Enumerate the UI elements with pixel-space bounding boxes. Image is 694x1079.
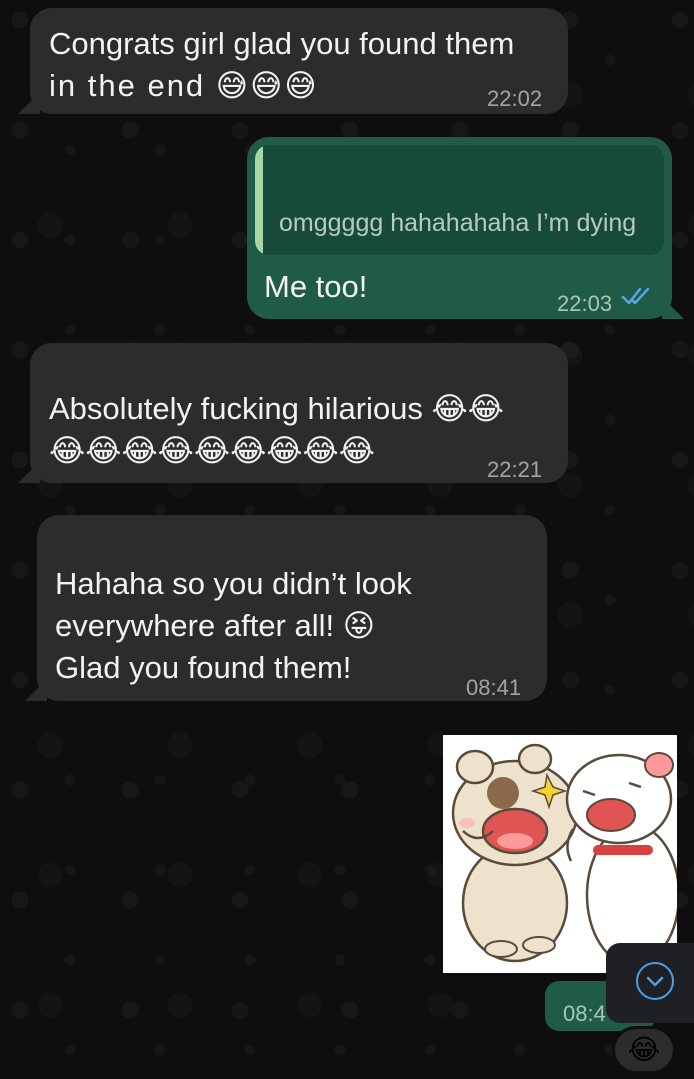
message-text-line: Hahaha so you didn’t look [55, 566, 412, 601]
chevron-down-circle-icon [636, 962, 674, 1000]
message-bubble-incoming[interactable]: Congrats girl glad you found them in the… [18, 8, 568, 114]
message-bubble-incoming[interactable]: Hahaha so you didn’t look everywhere aft… [25, 515, 547, 701]
dog-laughing-sticker[interactable] [443, 735, 677, 973]
message-time: 08:4 [563, 1001, 606, 1026]
message-text: Me too! [264, 269, 368, 304]
sticker-image [451, 743, 677, 967]
quoted-message[interactable]: omggggg hahahahaha I’m dying [255, 145, 664, 255]
double-check-read-icon [621, 287, 650, 305]
message-text-line: Absolutely fucking hilarious 😂😂 [49, 391, 504, 426]
message-reaction[interactable]: 😂 [612, 1026, 676, 1074]
message-time: 08:41 [466, 675, 522, 700]
message-text-line: in the end 😅😅😅 [49, 68, 319, 103]
message-text: Absolutely fucking hilarious 😂😂 😂😂😂😂😂😂😂😂… [49, 388, 504, 472]
message-bubble-incoming[interactable]: Absolutely fucking hilarious 😂😂 😂😂😂😂😂😂😂😂… [18, 343, 568, 483]
message-time: 22:03 [557, 291, 613, 316]
quoted-text: omggggg hahahahaha I’m dying [279, 209, 637, 237]
scroll-to-bottom-button[interactable] [606, 943, 694, 1023]
message-text-line: 😂😂😂😂😂😂😂😂😂 [49, 433, 375, 468]
message-bubble-outgoing[interactable]: omggggg hahahahaha I’m dying Me too! 22:… [247, 137, 684, 319]
message-text-line: Glad you found them! [55, 650, 352, 685]
message-text-line: Congrats girl glad you found them [49, 26, 515, 61]
message-text: Congrats girl glad you found them in the… [49, 23, 514, 107]
quote-accent-bar [255, 145, 263, 255]
chat-background: Congrats girl glad you found them in the… [0, 0, 694, 1079]
message-time: 22:02 [487, 86, 543, 111]
message-text-line: everywhere after all! 😝 [55, 608, 376, 643]
message-text: Hahaha so you didn’t look everywhere aft… [55, 563, 412, 689]
message-time: 22:21 [487, 457, 543, 482]
